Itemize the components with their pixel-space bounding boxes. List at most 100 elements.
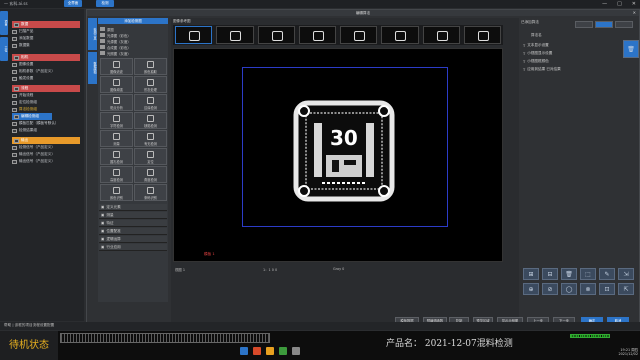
start-icon[interactable] [240,347,248,355]
tool-button[interactable]: 条码识别 [134,184,167,201]
thumbnail-strip[interactable] [173,25,503,45]
inspect-button[interactable]: 检测 [96,0,114,7]
tree-node[interactable]: 检测结果组 [12,127,37,134]
tool-category[interactable]: ▣ 特征 [99,220,167,227]
thumbnail[interactable] [381,26,419,44]
tree-node[interactable]: 添加数据 [12,35,33,42]
tree-node[interactable]: 检测信号（产品定义） [12,144,55,151]
tool-action-icon[interactable]: ⇲ [618,268,634,280]
tool-category[interactable]: ▣ 测量 [99,212,167,219]
tool-action-icon[interactable]: ⬚ [580,268,596,280]
tree-node[interactable]: 流程 [12,85,80,92]
tool-label: 图像滤波 [110,70,123,74]
app3-icon[interactable] [292,347,300,355]
tree-tab-project[interactable]: 项目 [0,11,8,35]
thumbnail[interactable] [257,26,295,44]
category-icon: ▣ [101,205,105,209]
thumbnail[interactable] [463,26,501,44]
tool-panel-header[interactable]: 添加检测图 [98,18,168,24]
full-ui-button[interactable]: 全界面 [64,0,82,7]
tool-category[interactable]: ▣ 位置配准 [99,228,167,235]
property-item[interactable]: T 文本显示设置 [523,43,549,48]
tool-action-icon[interactable]: ⊞ [523,268,539,280]
tool-button[interactable]: 边缘检测 [134,94,167,111]
thumbnail[interactable] [340,26,378,44]
thumbnail-image [395,31,407,41]
tool-category[interactable]: ▣ 行业应用 [99,244,167,251]
close-icon[interactable]: ✕ [632,1,636,7]
tool-action-icon[interactable]: 🗑 [561,268,577,280]
tree-node[interactable]: 输出信号（产品定义） [12,151,55,158]
tree-node[interactable]: 编辑检测组 [12,113,52,120]
tool-action-icon[interactable]: ⊗ [580,283,596,295]
tool-button[interactable]: 颜色识别 [100,184,133,201]
property-label: 文本显示设置 [527,43,549,47]
tool-action-icon[interactable]: ⇱ [618,283,634,295]
tree-node[interactable]: 模板匹配（模板号默认） [12,120,59,127]
view-list-button[interactable] [575,21,593,28]
tool-button[interactable]: 有无检测 [134,130,167,147]
thumbnail[interactable] [422,26,460,44]
tool-label: 边缘检测 [144,106,157,110]
tree-node[interactable]: 相机参数（产品定义） [12,68,55,75]
tool-category[interactable]: ▣ 定义元素 [99,204,167,211]
tree-node[interactable]: 触发设置 [12,75,33,82]
tool-icon [147,133,154,140]
image-canvas[interactable]: 30 模板 1 [173,48,503,262]
thumbnail[interactable] [216,26,254,44]
layer-label: 光源图（灰度） [107,39,131,44]
tree-node[interactable]: 定位检测组 [12,99,37,106]
side-tab-data[interactable]: 数据结构 [88,52,97,84]
tree-node[interactable]: 输出 [12,137,80,144]
tool-button[interactable]: 颜色抽取 [134,58,167,75]
tree-node[interactable]: 数据 [12,21,80,28]
tool-button[interactable]: 圆孔检测 [100,148,133,165]
tree-node[interactable]: 扫描产品 [12,28,33,35]
node-icon [14,138,19,143]
tree-tab-station[interactable]: 工位 [0,37,8,61]
maximize-icon[interactable]: □ [617,1,622,7]
app2-icon[interactable] [279,347,287,355]
tool-action-icon[interactable]: ✎ [599,268,615,280]
title-bar: 一 玄科.ai.ss 全界面 检测 — □ ✕ [0,0,640,8]
tool-button[interactable]: 字符检测 [100,112,133,129]
tool-action-icon[interactable]: ⊘ [542,283,558,295]
view-grid-button[interactable] [595,21,613,28]
tree-node[interactable]: 相机 [12,54,80,61]
tree-node[interactable]: 图像设置 [12,61,33,68]
minimize-icon[interactable]: — [602,1,607,7]
system-tray: 19:21 周四 2021/12/02 [618,347,638,356]
view-detail-button[interactable] [615,21,633,28]
tree-node[interactable]: 开始流程 [12,92,33,99]
tool-button[interactable]: 斑点分析 [100,94,133,111]
tree-node[interactable]: 算法检测组 [12,106,37,113]
property-item[interactable]: T 小视图框颜色 [523,59,549,64]
tool-action-icon[interactable]: ⊡ [599,283,615,295]
tool-action-icon[interactable]: ⊟ [542,268,558,280]
folder-icon[interactable] [266,347,274,355]
tool-action-icon[interactable]: ◯ [561,283,577,295]
tool-button[interactable]: 角度检测 [134,166,167,183]
tool-button[interactable]: 图像滤波 [100,58,133,75]
tool-button[interactable]: 缺陷检测 [134,112,167,129]
tool-button[interactable]: 形态处理 [134,76,167,93]
tree-node[interactable]: 数据集 [12,42,30,49]
layer-item[interactable]: 光照图（灰度） [100,50,166,56]
node-icon [14,55,19,60]
tree-node[interactable]: 输出信号（产品定义） [12,158,55,165]
thumbnail[interactable] [175,26,213,44]
tool-action-icon[interactable]: ⊕ [523,283,539,295]
property-item[interactable]: T 小视图显示设置 [523,51,552,56]
app-icon[interactable] [253,347,261,355]
property-item[interactable]: T 应用到结果 已对结果 [523,67,561,72]
side-tab-tools[interactable]: 检测工具 [88,18,97,50]
window-close-icon[interactable]: ✕ [633,10,636,15]
layer-label: 光源图（彩色） [107,33,131,38]
tool-button[interactable]: 测量 [100,130,133,147]
tool-category[interactable]: ▣ 逻辑运算 [99,236,167,243]
trash-icon[interactable]: 🗑 [623,40,639,58]
tool-button[interactable]: 高度检测 [100,166,133,183]
tool-button[interactable]: 图像增强 [100,76,133,93]
thumbnail[interactable] [298,26,336,44]
tool-button[interactable]: 定位 [134,148,167,165]
